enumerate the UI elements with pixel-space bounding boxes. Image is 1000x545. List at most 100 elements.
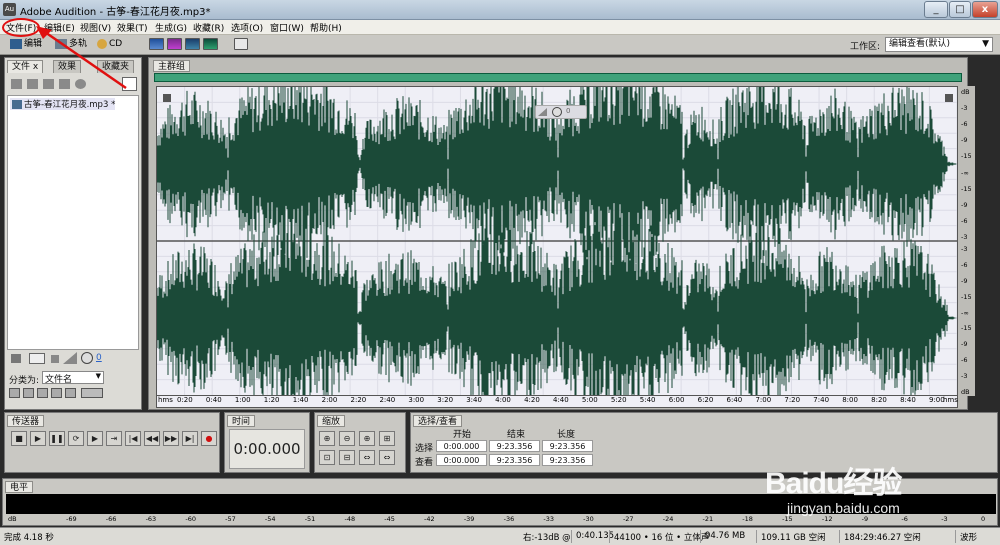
menu-favorites[interactable]: 收藏(R) bbox=[193, 21, 224, 34]
level-scale-label: -33 bbox=[543, 515, 555, 523]
stop-button[interactable]: ■ bbox=[11, 431, 27, 446]
tab-transport[interactable]: 传送器 bbox=[7, 415, 45, 427]
play-loop-button[interactable]: ▶ bbox=[87, 431, 103, 446]
play-button[interactable]: ▶ bbox=[30, 431, 46, 446]
chevron-down-icon: ▼ bbox=[982, 39, 989, 49]
time-panel: 时间 0:00.000 bbox=[224, 412, 310, 473]
filter-session-icon[interactable] bbox=[65, 388, 76, 398]
db-scale-label: -15 bbox=[961, 292, 972, 301]
file-name: 古筝-春江花月夜.mp3 bbox=[24, 100, 109, 110]
selection-length-field[interactable]: 9:23.356 bbox=[542, 440, 593, 452]
hybrid-tool-icon[interactable] bbox=[254, 38, 269, 50]
filter-loop-icon[interactable] bbox=[23, 388, 34, 398]
status-free-space: 109.11 GB 空闲 bbox=[761, 533, 826, 543]
time-ruler[interactable]: hms 0:20 0:40 1:00 1:20 1:40 2:00 2:20 2:40 3:00 3… bbox=[156, 396, 958, 408]
tab-zoom[interactable]: 缩放 bbox=[317, 415, 346, 427]
pause-button[interactable]: ❚❚ bbox=[49, 431, 65, 446]
autoplay-icon[interactable] bbox=[51, 355, 59, 363]
go-to-start-button[interactable]: |◀ bbox=[125, 431, 141, 446]
file-list: 古筝-春江花月夜.mp3 * bbox=[7, 95, 139, 350]
level-scale-label: -24 bbox=[662, 515, 674, 523]
minimize-button[interactable]: _ bbox=[924, 1, 948, 18]
time-selection-tool-icon[interactable] bbox=[234, 38, 248, 50]
fast-forward-button[interactable]: ▶▶ bbox=[163, 431, 179, 446]
zoom-in-horizontal-button[interactable]: ⊕ bbox=[319, 431, 335, 446]
zoom-out-corner-icon[interactable] bbox=[945, 94, 953, 102]
volume-value[interactable]: 0 bbox=[96, 353, 102, 363]
status-size: 94.76 MB bbox=[705, 531, 746, 541]
zoom-right-button[interactable]: ⊟ bbox=[339, 450, 355, 465]
zoom-panel: 缩放 ⊕ ⊖ ⊕ ⊞ ⊡ ⊟ ⇔ ⇔ bbox=[314, 412, 406, 473]
close-button[interactable]: x bbox=[972, 1, 998, 18]
status-level: 右:-13dB @ bbox=[523, 533, 571, 543]
zoom-left-button[interactable]: ⊡ bbox=[319, 450, 335, 465]
pan-view-icon[interactable] bbox=[185, 38, 200, 50]
zoom-in-vertical-button[interactable]: ⇔ bbox=[359, 450, 375, 465]
selection-start-field[interactable]: 0:00.000 bbox=[436, 440, 487, 452]
filter-video-icon[interactable] bbox=[37, 388, 48, 398]
view-length-field[interactable]: 9:23.356 bbox=[542, 454, 593, 466]
list-item[interactable]: 古筝-春江花月夜.mp3 * bbox=[10, 98, 116, 110]
loop-icon[interactable] bbox=[29, 353, 45, 364]
workspace-select[interactable]: 编辑查看(默认) ▼ bbox=[885, 37, 993, 52]
volume-knob-icon[interactable] bbox=[552, 107, 562, 117]
waveform-view-icon[interactable] bbox=[149, 38, 164, 50]
filter-audio-icon[interactable] bbox=[9, 388, 20, 398]
time-ruler-label: 6:20 bbox=[697, 396, 714, 404]
zoom-out-full-button[interactable]: ⊕ bbox=[359, 431, 375, 446]
phase-view-icon[interactable] bbox=[203, 38, 218, 50]
show-full-paths-icon[interactable] bbox=[81, 388, 103, 398]
tab-levels[interactable]: 电平 bbox=[5, 481, 34, 493]
time-ruler-label: 3:20 bbox=[437, 396, 454, 404]
sort-select[interactable]: 文件名 ▼ bbox=[42, 371, 104, 385]
selection-end-field[interactable]: 9:23.356 bbox=[489, 440, 540, 452]
speaker-icon[interactable] bbox=[11, 354, 21, 363]
time-ruler-label: 2:40 bbox=[379, 396, 396, 404]
menu-help[interactable]: 帮助(H) bbox=[310, 21, 342, 34]
menu-options[interactable]: 选项(O) bbox=[231, 21, 263, 34]
volume-knob-icon[interactable] bbox=[81, 352, 93, 364]
divider bbox=[609, 530, 610, 543]
view-end-field[interactable]: 9:23.356 bbox=[489, 454, 540, 466]
zoom-out-vertical-button[interactable]: ⇔ bbox=[379, 450, 395, 465]
time-ruler-label: 7:20 bbox=[784, 396, 801, 404]
volume-control[interactable]: 0 bbox=[535, 105, 587, 119]
filter-midi-icon[interactable] bbox=[51, 388, 62, 398]
baidu-logo: Baidu经验 bbox=[765, 467, 902, 500]
open-file-icon[interactable] bbox=[11, 79, 22, 89]
menu-generate[interactable]: 生成(G) bbox=[155, 21, 187, 34]
db-scale-label: -3 bbox=[961, 245, 968, 253]
db-scale-label: -9 bbox=[961, 276, 968, 285]
tab-selection-view[interactable]: 选择/查看 bbox=[413, 415, 463, 427]
status-free-time: 184:29:46.27 空闲 bbox=[844, 533, 921, 543]
tab-main-group[interactable]: 主群组 bbox=[153, 60, 191, 72]
record-button[interactable]: ● bbox=[201, 431, 217, 446]
go-to-end-button[interactable]: ▶| bbox=[182, 431, 198, 446]
workspace-label: 工作区: bbox=[850, 42, 881, 52]
overview-bar[interactable] bbox=[154, 73, 962, 82]
time-ruler-label: 0:20 bbox=[177, 396, 193, 404]
level-scale-label: -60 bbox=[185, 515, 196, 523]
time-ruler-label: 1:40 bbox=[292, 396, 309, 404]
baidu-watermark: Baidu经验 jingyan.baidu.com bbox=[765, 458, 955, 518]
waveform-display[interactable]: 0 bbox=[156, 86, 958, 396]
play-view-button[interactable]: ⇥ bbox=[106, 431, 122, 446]
play-to-end-button[interactable]: ⟳ bbox=[68, 431, 84, 446]
db-scale-label: -∞ bbox=[961, 168, 969, 177]
level-scale-label: -30 bbox=[583, 515, 594, 523]
chevron-down-icon: ▼ bbox=[95, 372, 101, 380]
maximize-button[interactable]: □ bbox=[949, 1, 971, 18]
view-start-field[interactable]: 0:00.000 bbox=[436, 454, 487, 466]
db-scale-label: -9 bbox=[961, 136, 968, 145]
time-display: 0:00.000 bbox=[229, 429, 305, 469]
selection-tab-label: 选择/查看 bbox=[418, 417, 458, 427]
column-start: 开始 bbox=[453, 430, 472, 440]
db-scale-label: -9 bbox=[961, 200, 968, 209]
zoom-in-corner-icon[interactable] bbox=[163, 94, 171, 102]
menu-window[interactable]: 窗口(W) bbox=[270, 21, 304, 34]
spectral-view-icon[interactable] bbox=[167, 38, 182, 50]
zoom-to-selection-button[interactable]: ⊞ bbox=[379, 431, 395, 446]
zoom-out-horizontal-button[interactable]: ⊖ bbox=[339, 431, 355, 446]
tab-time[interactable]: 时间 bbox=[227, 415, 256, 427]
rewind-button[interactable]: ◀◀ bbox=[144, 431, 160, 446]
